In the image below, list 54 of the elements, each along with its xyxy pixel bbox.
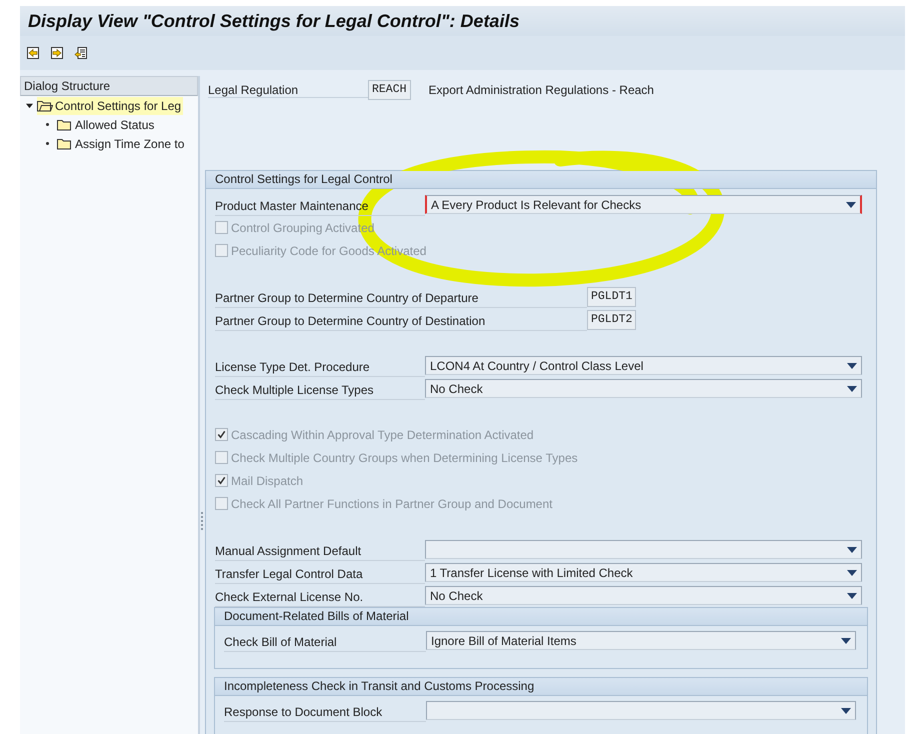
field-label: Partner Group to Determine Country of Destination bbox=[215, 308, 587, 331]
field-description: Export Administration Regulations - Reach bbox=[428, 83, 654, 97]
bullet-icon bbox=[46, 142, 49, 145]
collapse-icon[interactable] bbox=[26, 102, 33, 109]
caret-icon bbox=[847, 593, 857, 599]
window-title: Display View "Control Settings for Legal Control": Details bbox=[28, 10, 520, 32]
open-folder-icon bbox=[37, 100, 53, 112]
field-label: License Type Det. Procedure bbox=[215, 354, 425, 377]
splitter-handle[interactable] bbox=[201, 512, 203, 530]
dropdown-field[interactable] bbox=[425, 540, 862, 559]
dropdown-field[interactable]: 1 Transfer License with Limited Check bbox=[425, 563, 862, 582]
previous-entry-icon[interactable] bbox=[26, 46, 40, 60]
group-title: Incompleteness Check in Transit and Customs Processing bbox=[215, 678, 867, 696]
folder-icon bbox=[57, 118, 73, 130]
caret-icon bbox=[841, 638, 851, 644]
dropdown-field[interactable] bbox=[426, 701, 856, 720]
caret-icon bbox=[846, 202, 856, 208]
checkbox-label: Cascading Within Approval Type Determination Activated bbox=[231, 428, 534, 442]
panel-header: Dialog Structure bbox=[20, 76, 198, 96]
checkbox-label: Mail Dispatch bbox=[231, 474, 304, 488]
other-entry-icon[interactable] bbox=[74, 46, 88, 60]
folder-icon bbox=[57, 138, 73, 150]
caret-icon bbox=[847, 363, 857, 369]
value-field[interactable]: REACH bbox=[368, 80, 411, 100]
caret-icon bbox=[847, 386, 857, 392]
dropdown-field[interactable]: No Check bbox=[425, 586, 862, 605]
caret-icon bbox=[841, 708, 851, 714]
caret-icon bbox=[847, 547, 857, 553]
field-label: Legal Regulation bbox=[208, 82, 368, 98]
dropdown-field[interactable]: A Every Product Is Relevant for Checks bbox=[425, 195, 862, 214]
field-label: Manual Assignment Default bbox=[215, 538, 425, 561]
tree-item-label: Assign Time Zone to bbox=[75, 136, 184, 150]
tree-item[interactable]: Assign Time Zone to bbox=[57, 134, 186, 152]
field-label: Transfer Legal Control Data bbox=[215, 561, 425, 584]
dropdown-field[interactable]: LCON4 At Country / Control Class Level bbox=[425, 356, 862, 375]
field-label: Check Bill of Material bbox=[224, 629, 426, 652]
next-entry-icon[interactable] bbox=[50, 46, 64, 60]
value-field[interactable]: PGLDT2 bbox=[587, 310, 636, 330]
tree-item-label: Allowed Status bbox=[75, 118, 154, 132]
bullet-icon bbox=[46, 123, 49, 126]
caret-icon bbox=[847, 570, 857, 576]
tree-item[interactable]: Allowed Status bbox=[57, 116, 156, 134]
group-title: Document-Related Bills of Material bbox=[215, 608, 867, 626]
dropdown-field[interactable]: No Check bbox=[425, 379, 862, 398]
field-label: Response to Document Block bbox=[224, 699, 426, 722]
field-label: Check Multiple License Types bbox=[215, 377, 425, 400]
field-label: Partner Group to Determine Country of Departure bbox=[215, 285, 587, 308]
group-title: Control Settings for Legal Control bbox=[206, 171, 876, 189]
checkbox-label: Check Multiple Country Groups when Determining License Types bbox=[231, 450, 578, 464]
checkbox-label: Check All Partner Functions in Partner Group and Document bbox=[231, 496, 552, 510]
value-field[interactable]: PGLDT1 bbox=[587, 286, 636, 306]
tree-item[interactable]: Control Settings for Leg bbox=[37, 96, 184, 114]
tree-item-label: Control Settings for Leg bbox=[55, 98, 182, 112]
dropdown-field[interactable]: Ignore Bill of Material Items bbox=[426, 631, 856, 650]
